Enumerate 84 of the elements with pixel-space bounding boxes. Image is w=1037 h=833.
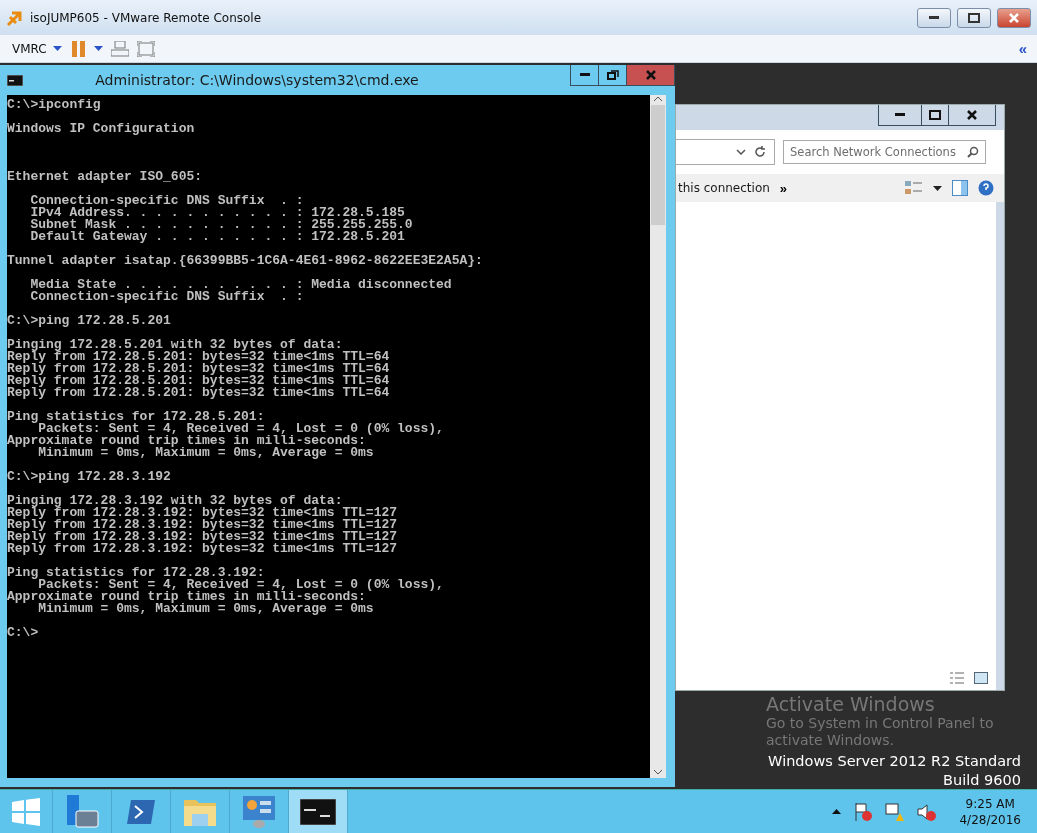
console-line: Media State . . . . . . . . . . . : Media disconnected — [29, 279, 453, 291]
search-field[interactable]: Search Network Connections — [783, 140, 986, 164]
clock[interactable]: 9:25 AM 4/28/2016 — [959, 795, 1021, 828]
console-window-icon — [300, 798, 336, 825]
console-line: Approximate round trip times in milli-seconds: — [7, 435, 366, 447]
activation-watermark-title: Activate Windows — [766, 693, 936, 715]
console-line: C:\>ipconfig — [7, 99, 102, 111]
maximize-icon — [968, 12, 980, 23]
console-line: Packets: Sent = 4, Received = 4, Lost = 0 (0% loss), — [37, 579, 445, 591]
window-title: isoJUMP605 - VMware Remote Console — [30, 10, 263, 25]
caret-icon — [52, 46, 62, 51]
console-line: Reply from 172.28.3.192: bytes=32 time<1ms TTL=127 — [7, 507, 399, 519]
scrollbar-thumb[interactable] — [651, 105, 665, 225]
minimize-icon — [579, 73, 590, 77]
more-commands-button[interactable]: » — [779, 180, 788, 196]
maximize-icon — [929, 110, 941, 120]
caret-icon[interactable] — [93, 46, 103, 51]
window-title: Administrator: C:\Windows\system32\cmd.exe — [94, 72, 420, 88]
console-line: Reply from 172.28.3.192: bytes=32 time<1ms TTL=127 — [7, 519, 399, 531]
console-line: Minimum = 0ms, Maximum = 0ms, Average = 0ms — [38, 603, 375, 615]
os-version-text: Windows Server 2012 R2 Standard — [768, 753, 1021, 770]
show-hidden-icons-icon[interactable] — [832, 809, 842, 814]
console-line: IPv4 Address. . . . . . . . . . . : 172.28.5.185 — [29, 207, 405, 219]
console-line: Tunnel adapter isatap.{66399BB5-1C6A-4E61-8962-8622EE3E2A5A}: — [7, 255, 484, 267]
console-line: Approximate round trip times in milli-seconds: — [7, 591, 366, 603]
console-line: Connection-specific DNS Suffix . : — [29, 291, 305, 303]
console-line: Pinging 172.28.5.201 with 32 bytes of data: — [7, 339, 343, 351]
flag-with-error-icon[interactable] — [853, 801, 874, 822]
windows-logo-icon — [12, 797, 40, 826]
console-line: Subnet Mask . . . . . . . . . . . : 255.255.255.0 — [29, 219, 414, 231]
minimize-button[interactable] — [570, 65, 599, 86]
control-panel-icon — [242, 794, 276, 829]
console-line: Minimum = 0ms, Maximum = 0ms, Average = 0ms — [38, 447, 375, 459]
console-line: Reply from 172.28.3.192: bytes=32 time<1ms TTL=127 — [7, 531, 399, 543]
close-icon — [967, 110, 977, 120]
console-line: C:\> — [7, 627, 40, 639]
network-warning-icon[interactable] — [885, 801, 906, 822]
activation-watermark-text: activate Windows. — [766, 732, 896, 749]
console-line: Ethernet adapter ISO_605: — [7, 171, 204, 183]
minimize-button[interactable] — [917, 7, 951, 28]
console-line: Windows IP Configuration — [7, 123, 196, 135]
taskbar-app-button[interactable] — [289, 790, 348, 833]
console-line: Reply from 172.28.5.201: bytes=32 time<1ms TTL=64 — [7, 387, 391, 399]
pause-icon[interactable] — [71, 40, 86, 57]
console-line: Reply from 172.28.3.192: bytes=32 time<1ms TTL=127 — [7, 543, 399, 555]
close-button[interactable] — [948, 105, 996, 126]
console-line: Ping statistics for 172.28.5.201: — [7, 411, 266, 423]
minimize-button[interactable] — [878, 105, 922, 126]
console-line: Reply from 172.28.5.201: bytes=32 time<1ms TTL=64 — [7, 363, 391, 375]
scrollbar[interactable] — [650, 95, 666, 778]
server-icon — [64, 794, 100, 829]
console-window-icon — [7, 74, 23, 86]
minimize-icon — [929, 15, 939, 20]
restore-icon — [606, 70, 619, 80]
scroll-up-icon[interactable] — [654, 95, 662, 103]
help-icon[interactable] — [978, 180, 994, 196]
console-line: Ping statistics for 172.28.3.192: — [7, 567, 266, 579]
caret-icon[interactable] — [933, 185, 942, 191]
vmrc-menu-button[interactable]: VMRC — [10, 41, 64, 56]
muted-speaker-icon[interactable] — [917, 801, 938, 822]
console-line: Default Gateway . . . . . . . . . : 172.28.5.201 — [29, 231, 406, 243]
search-icon — [967, 146, 979, 158]
restore-button[interactable] — [957, 7, 991, 28]
collapse-button[interactable]: « — [1018, 40, 1027, 57]
os-version-text: Build 9600 — [943, 772, 1021, 789]
chevron-down-icon[interactable] — [736, 149, 746, 155]
console-line: Reply from 172.28.5.201: bytes=32 time<1ms TTL=64 — [7, 375, 391, 387]
console-line: C:\>ping 172.28.3.192 — [7, 471, 172, 483]
close-icon — [1009, 12, 1019, 23]
large-icons-view-icon[interactable] — [974, 672, 988, 684]
activation-watermark-text: Go to System in Control Panel to — [766, 715, 994, 732]
terminal-prompt-icon — [126, 797, 156, 826]
toolbar-command[interactable]: this connection — [678, 181, 770, 195]
console-line: Pinging 172.28.3.192 with 32 bytes of data: — [7, 495, 343, 507]
console-line: Connection-specific DNS Suffix . : — [29, 195, 305, 207]
minimize-icon — [895, 113, 905, 117]
fullscreen-icon[interactable] — [136, 40, 155, 57]
console-line: Reply from 172.28.5.201: bytes=32 time<1ms TTL=64 — [7, 351, 391, 363]
preview-pane-icon[interactable] — [952, 180, 968, 196]
console-line: Packets: Sent = 4, Received = 4, Lost = 0 (0% loss), — [37, 423, 445, 435]
close-icon — [645, 70, 656, 80]
refresh-icon[interactable] — [754, 146, 766, 158]
network-send-icon[interactable] — [110, 40, 129, 57]
console-line: C:\>ping 172.28.5.201 — [7, 315, 172, 327]
